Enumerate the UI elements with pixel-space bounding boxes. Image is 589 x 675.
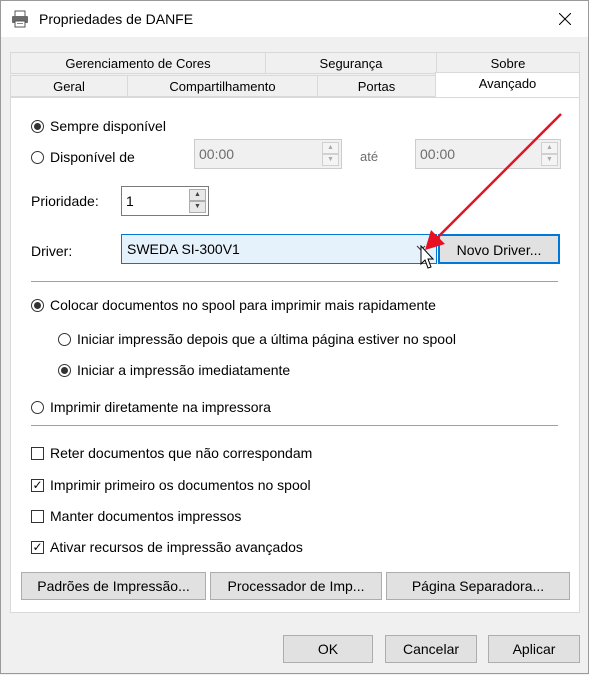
ok-button[interactable]: OK [283,635,373,663]
priority-down-button[interactable]: ▼ [189,201,206,213]
from-time-spinner[interactable]: 00:00 ▲ ▼ [194,139,342,169]
until-label: até [360,149,379,164]
annotation-arrow [425,113,562,250]
driver-select[interactable]: SWEDA SI-300V1 [121,234,437,264]
available-from-radio[interactable] [31,151,44,164]
print-spooled-first-checkbox[interactable]: ✓ [31,479,44,492]
hold-mismatched-checkbox[interactable] [31,447,44,460]
spool-radio[interactable] [31,299,44,312]
separator-2 [31,425,558,426]
separator-1 [31,281,558,282]
driver-value: SWEDA SI-300V1 [127,241,240,257]
available-from-label: Disponível de [50,149,135,165]
apply-button[interactable]: Aplicar [488,635,580,663]
advanced-features-checkbox[interactable]: ✓ [31,541,44,554]
cancel-button[interactable]: Cancelar [385,635,477,663]
printing-defaults-button[interactable]: Padrões de Impressão... [21,572,206,600]
from-time-value: 00:00 [199,146,235,162]
keep-printed-checkbox[interactable] [31,510,44,523]
always-available-label: Sempre disponível [50,118,166,134]
spool-label: Colocar documentos no spool para imprimi… [50,297,436,313]
priority-label: Prioridade: [31,193,99,209]
separator-page-button[interactable]: Página Separadora... [386,572,570,600]
priority-value: 1 [126,193,134,209]
advanced-features-label: Ativar recursos de impressão avançados [50,539,303,555]
priority-spinner[interactable]: 1 ▲ ▼ [121,186,209,216]
from-time-up-button[interactable]: ▲ [322,142,339,154]
print-directly-label: Imprimir diretamente na impressora [50,399,271,415]
start-immediately-label: Iniciar a impressão imediatamente [77,362,291,378]
properties-dialog: Propriedades de DANFE Gerenciamento de C… [0,0,589,674]
print-directly-radio[interactable] [31,401,44,414]
print-processor-button[interactable]: Processador de Imp... [210,572,382,600]
priority-up-button[interactable]: ▲ [189,189,206,201]
always-available-radio[interactable] [31,120,44,133]
keep-printed-label: Manter documentos impressos [50,508,242,524]
start-immediately-radio[interactable] [58,364,71,377]
print-spooled-first-label: Imprimir primeiro os documentos no spool [50,477,311,493]
start-after-last-page-radio[interactable] [58,333,71,346]
driver-label: Driver: [31,243,73,259]
start-after-last-page-label: Iniciar impressão depois que a última pá… [77,331,456,347]
hold-mismatched-label: Reter documentos que não correspondam [50,445,313,461]
from-time-down-button[interactable]: ▼ [322,154,339,166]
